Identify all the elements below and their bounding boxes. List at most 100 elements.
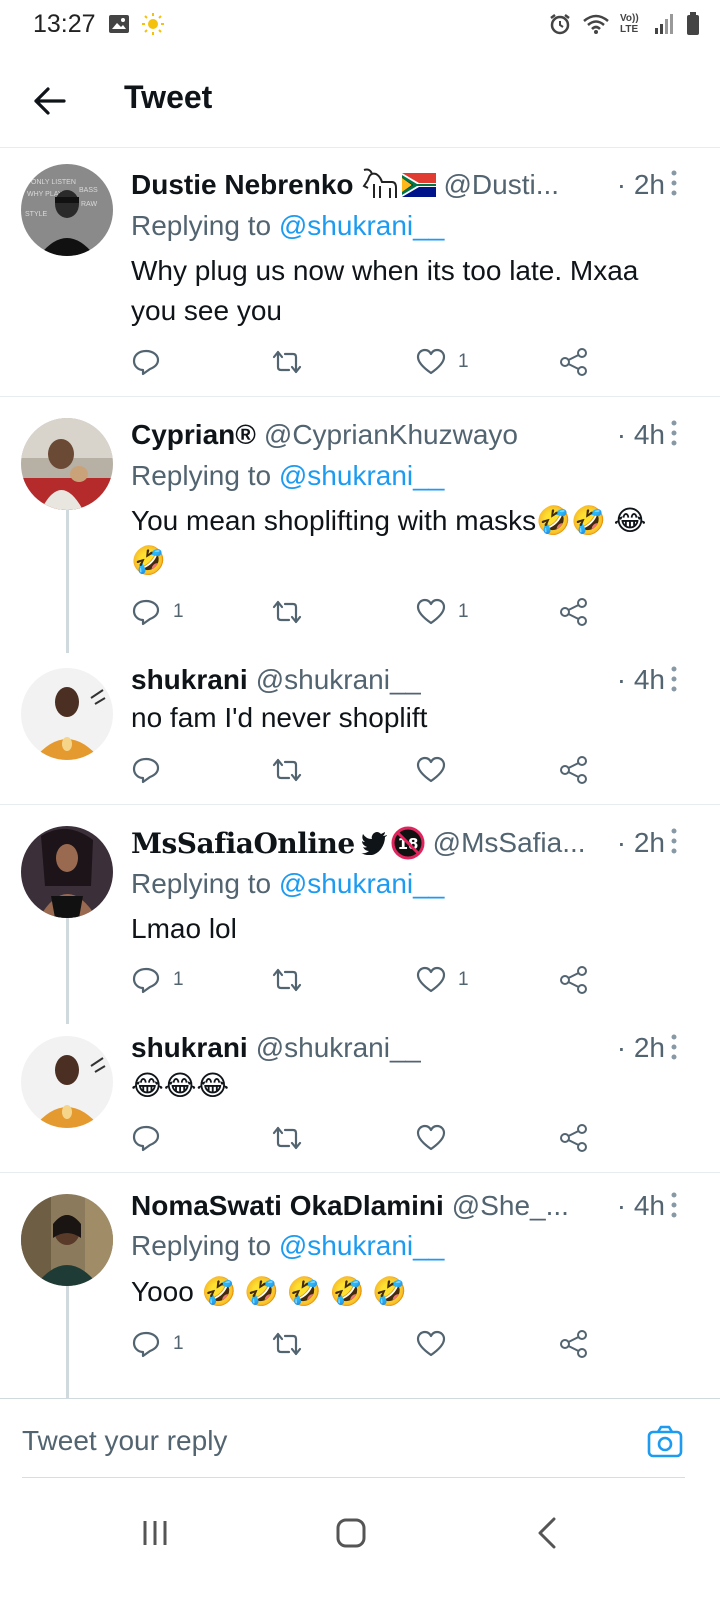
- like-button[interactable]: [416, 1118, 458, 1158]
- reply-icon: [132, 967, 160, 994]
- tweet-actions: [131, 1118, 601, 1158]
- reply-composer: Tweet your reply: [0, 1398, 720, 1479]
- retweet-button[interactable]: [271, 1324, 303, 1364]
- like-button[interactable]: 1: [416, 960, 469, 1000]
- share-icon: [560, 1330, 587, 1358]
- battery-icon: [687, 12, 699, 35]
- tweet-time: · 4h: [610, 1190, 665, 1222]
- tweet-item[interactable]: NomaSwati OkaDlamini @She_... · 4h Reply…: [0, 1174, 720, 1398]
- heart-icon: [416, 1330, 446, 1357]
- retweet-button[interactable]: [271, 592, 303, 632]
- thread-line: [66, 918, 69, 1024]
- mention-link[interactable]: @shukrani__: [279, 1230, 444, 1261]
- svg-text:BASS: BASS: [79, 187, 98, 194]
- heart-icon: [416, 1124, 446, 1151]
- alarm-icon: [550, 14, 570, 35]
- reply-icon: [132, 757, 160, 784]
- back-arrow-icon[interactable]: [30, 82, 68, 120]
- reply-button[interactable]: 1: [131, 592, 184, 632]
- home-icon[interactable]: [331, 1513, 371, 1553]
- share-button[interactable]: [559, 750, 589, 790]
- heart-icon: [416, 756, 446, 783]
- svg-text:STYLE: STYLE: [25, 211, 48, 218]
- status-time: 13:27: [33, 10, 96, 38]
- author-handle[interactable]: @MsSafia...: [433, 827, 586, 859]
- tweet-time: · 4h: [610, 664, 665, 696]
- author-name[interactable]: shukrani: [131, 664, 248, 696]
- tweet-item[interactable]: ONLY LISTEN WHY PLAY BASS RAW STYLE Dustie N…: [0, 148, 720, 396]
- thread-line: [66, 1286, 69, 1398]
- author-name[interactable]: shukrani: [131, 1032, 248, 1064]
- author-handle[interactable]: @shukrani__: [256, 664, 421, 696]
- retweet-button[interactable]: [271, 960, 303, 1000]
- more-options-icon[interactable]: [668, 418, 680, 448]
- share-button[interactable]: [559, 960, 589, 1000]
- signal-icon: [655, 14, 673, 34]
- tweet-item[interactable]: MsSafiaOnline 18 @MsSafia... · 2h Replyi…: [0, 806, 720, 1024]
- back-nav-icon[interactable]: [528, 1513, 568, 1553]
- more-options-icon[interactable]: [668, 664, 680, 694]
- mention-link[interactable]: @shukrani__: [279, 868, 444, 899]
- reply-button[interactable]: [131, 750, 173, 790]
- tweet-item[interactable]: shukrani @shukrani__ · 4h no fam I'd nev…: [0, 660, 720, 802]
- share-button[interactable]: [559, 1324, 589, 1364]
- author-name[interactable]: Cyprian®: [131, 419, 256, 451]
- mention-link[interactable]: @shukrani__: [279, 210, 444, 241]
- divider: [0, 1172, 720, 1173]
- more-options-icon[interactable]: [668, 1190, 680, 1220]
- more-options-icon[interactable]: [668, 168, 680, 198]
- tweet-item[interactable]: Cyprian® @CyprianKhuzwayo · 4h Replying …: [0, 398, 720, 653]
- author-name[interactable]: Dustie Nebrenko: [131, 169, 354, 201]
- eighteen-plus-icon: 18: [391, 826, 425, 860]
- author-name[interactable]: NomaSwati OkaDlamini: [131, 1190, 444, 1222]
- avatar[interactable]: [21, 668, 113, 760]
- reply-button[interactable]: 1: [131, 1324, 184, 1364]
- avatar[interactable]: ONLY LISTEN WHY PLAY BASS RAW STYLE: [21, 164, 113, 256]
- wifi-icon: [583, 14, 609, 34]
- recent-apps-icon[interactable]: [135, 1513, 175, 1553]
- like-button[interactable]: [416, 1324, 458, 1364]
- heart-icon: [416, 598, 446, 625]
- reply-icon: [132, 1125, 160, 1152]
- reply-button[interactable]: [131, 342, 173, 382]
- south-africa-flag-icon: [401, 173, 436, 197]
- replying-to: Replying to @shukrani__: [131, 1230, 445, 1261]
- camera-icon[interactable]: [646, 1423, 684, 1461]
- more-options-icon[interactable]: [668, 826, 680, 856]
- tweet-item[interactable]: shukrani @shukrani__ · 2h 😂😂😂: [0, 1028, 720, 1170]
- system-nav-bar: [0, 1478, 720, 1600]
- retweet-icon: [272, 758, 302, 782]
- like-button[interactable]: [416, 750, 458, 790]
- author-handle[interactable]: @Dusti...: [444, 169, 560, 201]
- retweet-button[interactable]: [271, 750, 303, 790]
- avatar[interactable]: [21, 1036, 113, 1128]
- share-icon: [560, 598, 587, 626]
- share-button[interactable]: [559, 592, 589, 632]
- reply-button[interactable]: 1: [131, 960, 184, 1000]
- author-handle[interactable]: @She_...: [452, 1190, 569, 1222]
- retweet-button[interactable]: [271, 342, 303, 382]
- author-handle[interactable]: @CyprianKhuzwayo: [264, 419, 518, 451]
- like-button[interactable]: 1: [416, 342, 469, 382]
- tweet-actions: 1: [131, 342, 601, 382]
- like-button[interactable]: 1: [416, 592, 469, 632]
- tweet-text: You mean shoplifting with masks🤣🤣 😂🤣: [131, 505, 647, 576]
- replying-to: Replying to @shukrani__: [131, 460, 445, 491]
- more-options-icon[interactable]: [668, 1032, 680, 1062]
- avatar[interactable]: [21, 1194, 113, 1286]
- retweet-button[interactable]: [271, 1118, 303, 1158]
- share-icon: [560, 756, 587, 784]
- author-name[interactable]: MsSafiaOnline: [131, 827, 355, 860]
- heart-icon: [416, 348, 446, 375]
- retweet-icon: [272, 350, 302, 374]
- heart-icon: [416, 966, 446, 993]
- avatar[interactable]: [21, 826, 113, 918]
- author-handle[interactable]: @shukrani__: [256, 1032, 421, 1064]
- share-button[interactable]: [559, 342, 589, 382]
- mention-link[interactable]: @shukrani__: [279, 460, 444, 491]
- reply-button[interactable]: [131, 1118, 173, 1158]
- svg-text:RAW: RAW: [81, 201, 97, 208]
- reply-input[interactable]: Tweet your reply: [22, 1425, 227, 1457]
- share-button[interactable]: [559, 1118, 589, 1158]
- avatar[interactable]: [21, 418, 113, 510]
